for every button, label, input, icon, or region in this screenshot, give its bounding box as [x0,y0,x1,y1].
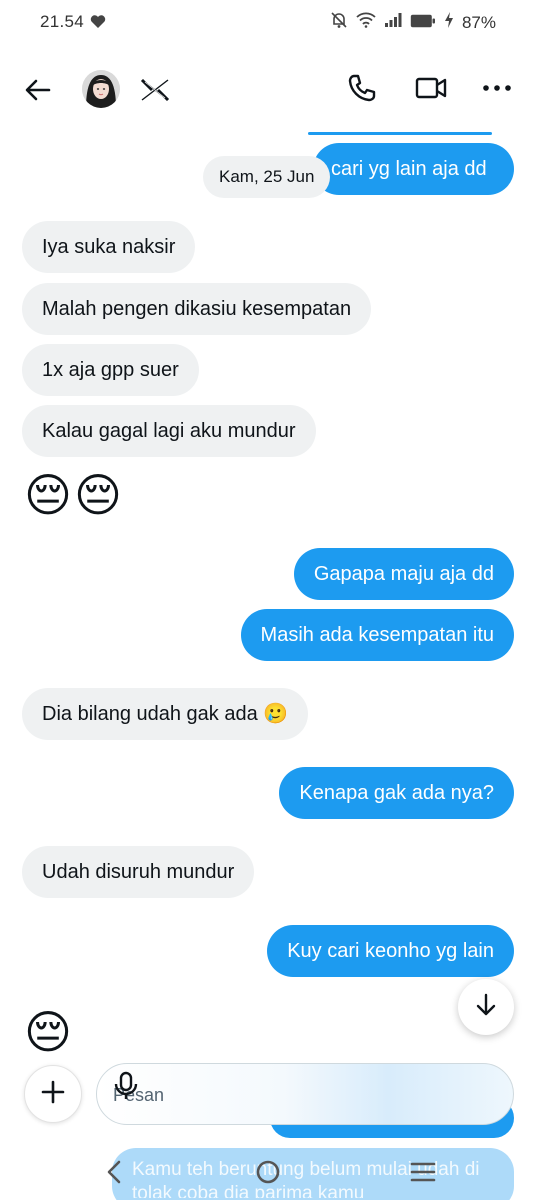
message-bubble-incoming[interactable]: Malah pengen dikasiu kesempatan [22,283,372,335]
status-icons: 87% [330,11,496,34]
contact-avatar[interactable] [82,70,120,108]
signal-icon [384,12,402,33]
x-logo-icon [139,77,171,108]
emoji-message[interactable]: 😔 [24,1004,72,1060]
message-input[interactable]: Pesan [96,1063,514,1125]
back-arrow-icon[interactable] [24,76,56,104]
charging-icon [444,12,454,33]
battery-percent: 87% [461,12,496,32]
partial-bubble-edge [308,132,492,135]
emoji-message[interactable]: 😔😔 [24,467,124,523]
message-bubble-incoming[interactable]: 1x aja gpp suer [22,344,199,396]
conversation-header [0,58,536,122]
message-text: Masih ada kesempatan itu [260,624,494,646]
message-bubble-outgoing[interactable]: cari yg lain aja dd [313,143,514,195]
message-bubble-outgoing[interactable]: Kuy cari keonho yg lain [267,925,514,977]
back-nav-icon[interactable] [104,1159,124,1190]
message-text: Kalau gagal lagi aku mundur [42,420,296,442]
emoji-message-text: 😔😔 [24,469,124,521]
heart-icon [90,14,106,34]
date-separator: Kam, 25 Jun [203,156,331,198]
message-text: Udah disuruh mundur [42,861,235,883]
scroll-to-bottom-button[interactable] [458,979,514,1035]
system-navigation-bar [0,1150,536,1200]
message-text: cari yg lain aja dd [331,158,487,180]
status-bar: 21.54 87% [0,0,536,44]
message-text: Gapapa maju aja dd [313,563,494,585]
add-attachment-button[interactable] [24,1065,82,1123]
status-time: 21.54 [40,12,85,31]
video-icon[interactable] [414,72,448,109]
battery-icon [410,13,436,33]
message-text: Kuy cari keonho yg lain [287,940,494,962]
message-text: 1x aja gpp suer [42,359,179,381]
phone-icon[interactable] [346,72,378,109]
emoji-message-text: 😔 [24,1006,72,1058]
message-text: Malah pengen dikasiu kesempatan [42,298,352,320]
message-text: Dia bilang udah gak ada 🥲 [42,703,289,725]
message-bubble-outgoing[interactable]: Masih ada kesempatan itu [240,609,514,661]
home-nav-icon[interactable] [255,1159,281,1190]
message-bubble-incoming[interactable]: Iya suka naksir [22,221,196,273]
recents-nav-icon[interactable] [410,1160,436,1189]
more-icon[interactable] [482,72,512,109]
mute-bell-icon [330,11,348,34]
plus-icon [40,1079,66,1110]
arrow-down-icon [474,992,498,1023]
microphone-icon[interactable] [113,1064,495,1126]
message-bubble-incoming[interactable]: Udah disuruh mundur [22,846,255,898]
wifi-icon [356,12,376,33]
message-text: Kenapa gak ada nya? [299,782,494,804]
message-bubble-incoming[interactable]: Kalau gagal lagi aku mundur [22,405,316,457]
message-bubble-outgoing[interactable]: Kenapa gak ada nya? [279,767,514,819]
message-bubble-outgoing[interactable]: Gapapa maju aja dd [293,548,514,600]
message-bubble-incoming[interactable]: Dia bilang udah gak ada 🥲 [22,688,309,740]
message-text: Iya suka naksir [42,236,176,258]
